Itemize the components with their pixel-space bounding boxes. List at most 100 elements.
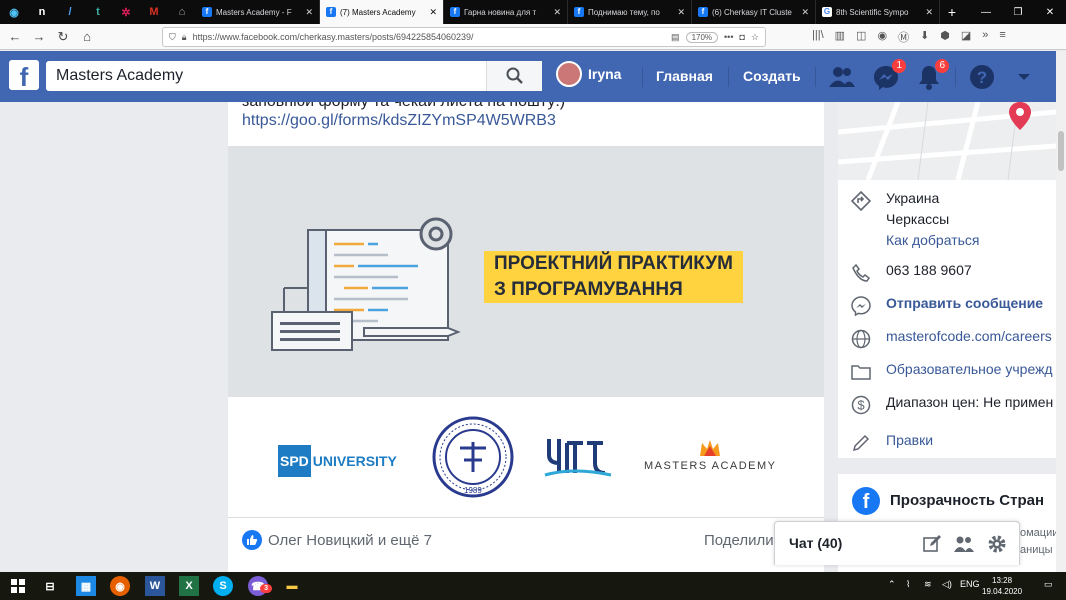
tab-good-news[interactable]: f Гарна новина для т ✕ bbox=[444, 0, 568, 24]
like-thumb-icon bbox=[242, 530, 262, 550]
pinned-tab-n[interactable]: n bbox=[28, 0, 56, 24]
post-form-link[interactable]: https://goo.gl/forms/kdsZIZYmSP4W5WRB3 bbox=[242, 112, 556, 130]
adblock-icon[interactable]: ⬢ bbox=[940, 29, 950, 45]
close-icon[interactable]: ✕ bbox=[925, 7, 933, 18]
task-view-icon[interactable]: ⊟ bbox=[40, 576, 60, 596]
chat-label[interactable]: Чат (40) bbox=[789, 535, 842, 551]
pencil-icon bbox=[850, 432, 872, 454]
pinned-tab-t[interactable]: t bbox=[84, 0, 112, 24]
edits-link[interactable]: Правки bbox=[886, 432, 933, 448]
settings-gear-icon[interactable] bbox=[986, 533, 1008, 555]
language-indicator[interactable]: ENG bbox=[960, 579, 980, 589]
help-icon[interactable]: ? bbox=[968, 63, 996, 91]
tab-masters-academy-active[interactable]: f (7) Masters Academy ✕ bbox=[320, 0, 444, 24]
category-link[interactable]: Образовательное учрежд bbox=[886, 361, 1053, 377]
taskbar-clock[interactable]: 13:28 19.04.2020 bbox=[982, 575, 1022, 597]
search-button[interactable] bbox=[486, 61, 542, 91]
pinned-tab-a[interactable]: / bbox=[56, 0, 84, 24]
group-chat-icon[interactable] bbox=[953, 533, 975, 555]
new-tab-button[interactable]: + bbox=[940, 0, 964, 24]
bookmark-star-icon[interactable]: ☆ bbox=[751, 32, 759, 43]
forward-icon[interactable]: → bbox=[30, 29, 48, 44]
friend-requests-icon[interactable] bbox=[828, 63, 856, 91]
reload-icon[interactable]: ↻ bbox=[54, 29, 72, 45]
skype-icon[interactable]: S bbox=[213, 576, 233, 596]
crown-icon bbox=[700, 440, 721, 456]
tab-masters-academy[interactable]: f Masters Academy - F ✕ bbox=[196, 0, 320, 24]
library-icon[interactable]: |||\ bbox=[812, 29, 824, 45]
reactions-row[interactable]: Олег Новицкий и ещё 7 bbox=[242, 530, 432, 550]
nav-home[interactable]: Главная bbox=[656, 68, 713, 84]
home-icon[interactable]: ⌂ bbox=[78, 29, 96, 44]
page-info-card: Украина Черкассы Как добраться 063 188 9… bbox=[838, 102, 1056, 458]
location-map[interactable] bbox=[838, 102, 1056, 180]
page-scrollbar[interactable] bbox=[1056, 51, 1066, 572]
minimize-icon[interactable]: — bbox=[970, 0, 1002, 24]
close-icon[interactable]: ✕ bbox=[677, 7, 685, 18]
account-menu-chevron-icon[interactable] bbox=[1010, 63, 1038, 91]
extension-icon[interactable]: ◫ bbox=[856, 29, 866, 45]
action-center-icon[interactable]: ▭ bbox=[1044, 579, 1053, 590]
zoom-level[interactable]: 170% bbox=[685, 31, 719, 43]
tab-symposium[interactable]: G 8th Scientific Sympo ✕ bbox=[816, 0, 940, 24]
account-icon[interactable]: ◉ bbox=[877, 29, 887, 45]
extension2-icon[interactable]: ◪ bbox=[961, 29, 971, 45]
browser-tabstrip: ◉ n / t ✲ M ⌂ f Masters Academy - F ✕ f (7)… bbox=[0, 0, 1066, 24]
phone-number[interactable]: 063 188 9607 bbox=[886, 262, 972, 278]
more-icon[interactable]: ••• bbox=[724, 32, 733, 42]
download-icon[interactable]: ⬇ bbox=[920, 29, 929, 45]
spd-university-logo: SPD UNIVERSITY bbox=[278, 445, 397, 477]
firefox-icon[interactable]: ◉ bbox=[110, 576, 130, 596]
overflow-icon[interactable]: » bbox=[982, 29, 988, 45]
close-window-icon[interactable]: ✕ bbox=[1034, 0, 1066, 24]
chat-dock[interactable]: Чат (40) bbox=[774, 521, 1020, 565]
profile-link[interactable]: Iryna bbox=[556, 61, 621, 87]
url-bar[interactable]: ⛉ 🔒︎ https://www.facebook.com/cherkasy.m… bbox=[162, 27, 766, 47]
pinned-tab-gmail[interactable]: M bbox=[140, 0, 168, 24]
scrollbar-thumb[interactable] bbox=[1058, 131, 1064, 171]
masters-academy-logo: MASTERS ACADEMY bbox=[644, 439, 777, 472]
word-icon[interactable]: W bbox=[145, 576, 165, 596]
facebook-logo-icon[interactable]: f bbox=[9, 60, 39, 92]
file-explorer-icon[interactable]: ▬ bbox=[282, 576, 302, 596]
reactions-text: Олег Новицкий и ещё 7 bbox=[268, 531, 432, 549]
post-divider bbox=[228, 517, 824, 518]
back-icon[interactable]: ← bbox=[6, 29, 24, 44]
compose-icon[interactable] bbox=[921, 533, 943, 555]
sidebar-icon[interactable]: ▥ bbox=[835, 29, 845, 45]
m-extension-icon[interactable]: Ⓜ bbox=[898, 29, 909, 45]
network-icon[interactable]: ⌇ bbox=[906, 579, 910, 590]
restore-icon[interactable]: ❐ bbox=[1002, 0, 1034, 24]
menu-icon[interactable]: ≡ bbox=[999, 29, 1005, 45]
messenger-icon[interactable]: 1 bbox=[872, 59, 906, 91]
reader-icon[interactable]: ▤ bbox=[671, 32, 680, 43]
nav-create[interactable]: Создать bbox=[743, 68, 801, 84]
notifications-bell-icon[interactable]: 6 bbox=[915, 59, 949, 91]
pocket-icon[interactable]: ◘ bbox=[739, 32, 744, 42]
website-link[interactable]: masterofcode.com/careers bbox=[886, 328, 1052, 344]
pinned-tab-slack[interactable]: ✲ bbox=[112, 0, 140, 24]
viber-icon[interactable]: ☎ 3 bbox=[248, 576, 272, 596]
close-icon[interactable]: ✕ bbox=[553, 7, 561, 18]
excel-icon[interactable]: X bbox=[179, 576, 199, 596]
directions-link[interactable]: Как добраться bbox=[886, 232, 979, 248]
facebook-icon: f bbox=[574, 7, 584, 17]
search-input[interactable] bbox=[46, 61, 486, 91]
close-icon[interactable]: ✕ bbox=[801, 7, 809, 18]
fts-year: 1989 bbox=[464, 486, 482, 495]
pinned-tab-vpn[interactable]: ◉ bbox=[0, 0, 28, 24]
close-icon[interactable]: ✕ bbox=[429, 7, 437, 18]
wifi-icon[interactable]: ≋ bbox=[924, 579, 932, 590]
share-count[interactable]: Поделили bbox=[704, 532, 774, 549]
tab-topic[interactable]: f Поднимаю тему, по ✕ bbox=[568, 0, 692, 24]
windows-start-icon[interactable] bbox=[8, 576, 28, 596]
pinned-tab-building[interactable]: ⌂ bbox=[168, 0, 196, 24]
tray-expand-icon[interactable]: ⌃ bbox=[888, 579, 896, 590]
post-image-banner[interactable]: ПРОЕКТНИЙ ПРАКТИКУМ З ПРОГРАМУВАННЯ bbox=[228, 146, 824, 397]
volume-icon[interactable]: ◁) bbox=[942, 579, 952, 590]
send-message-link[interactable]: Отправить сообщение bbox=[886, 295, 1043, 311]
close-icon[interactable]: ✕ bbox=[305, 7, 313, 18]
tab-cherkasy-it[interactable]: f (6) Cherkasy IT Cluste ✕ bbox=[692, 0, 816, 24]
calendar-app-icon[interactable]: ▦ bbox=[76, 576, 96, 596]
shield-icon: ◉ bbox=[9, 6, 19, 19]
